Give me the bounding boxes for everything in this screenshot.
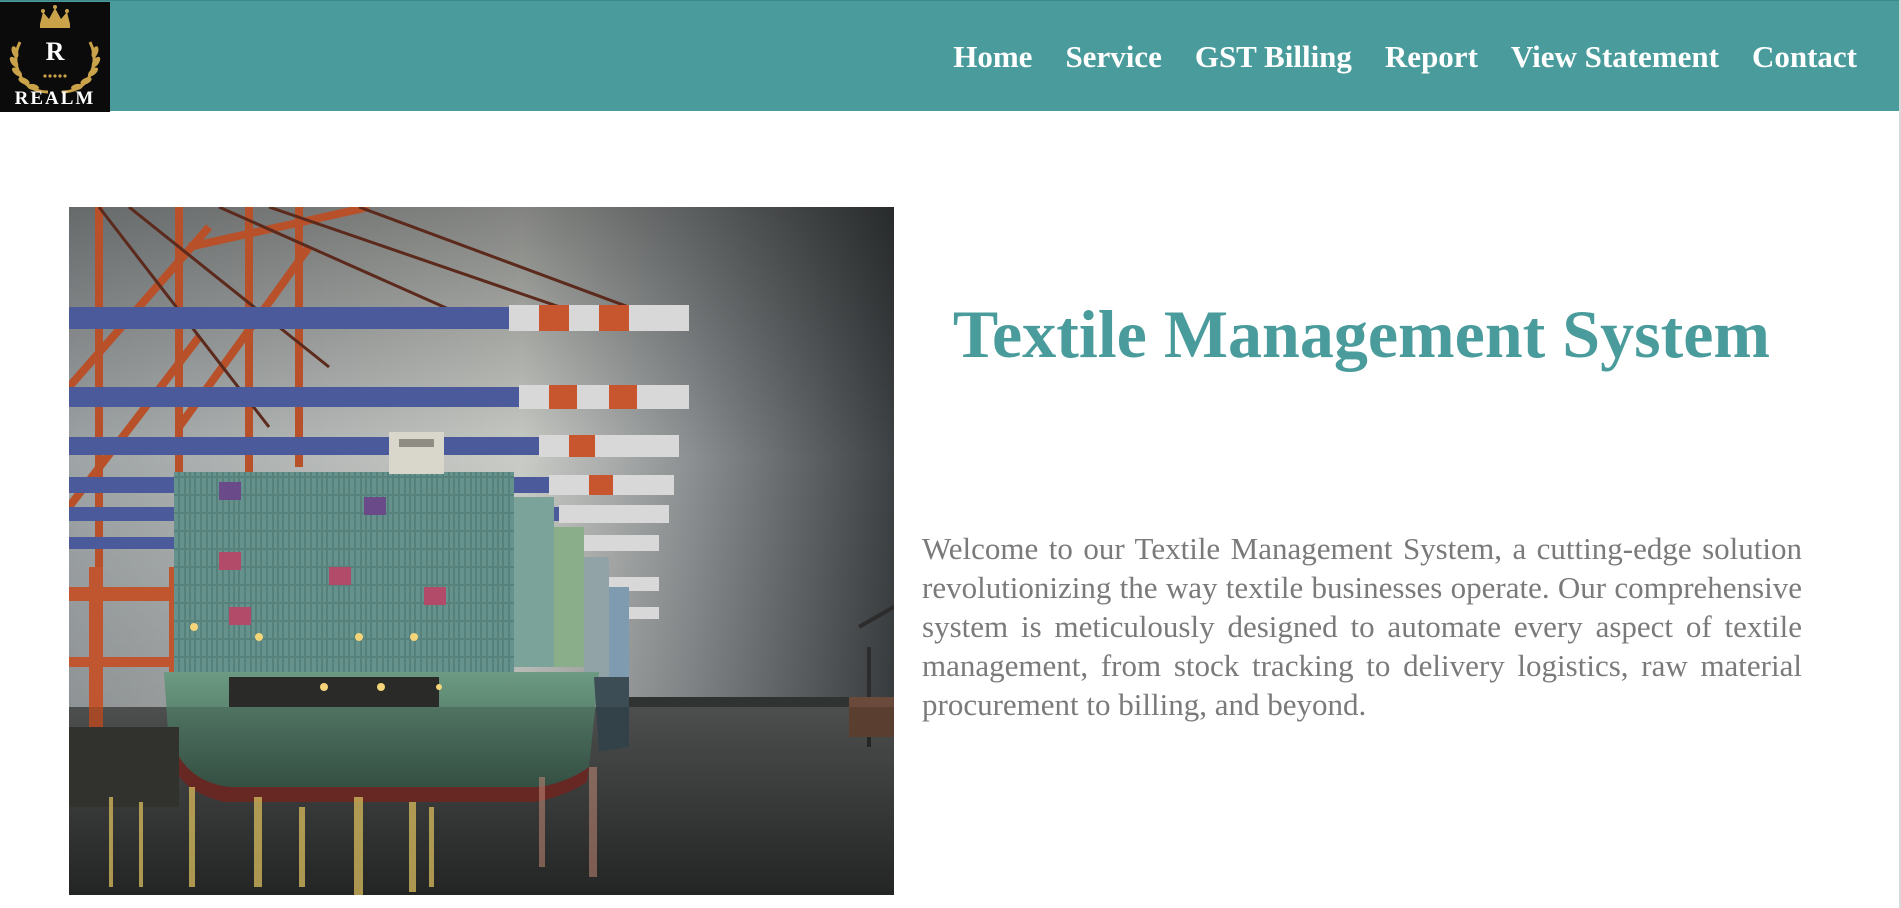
intro-paragraph: Welcome to our Textile Management System… — [922, 531, 1802, 722]
nav-gst-billing[interactable]: GST Billing — [1195, 37, 1352, 77]
page-title: Textile Management System — [952, 296, 1771, 372]
nav-contact[interactable]: Contact — [1752, 37, 1857, 77]
logo-monogram: R — [46, 37, 65, 66]
hero-port-image — [69, 207, 894, 895]
nav-view-statement[interactable]: View Statement — [1511, 37, 1719, 77]
nav-home[interactable]: Home — [953, 37, 1032, 77]
top-navbar: R REALM Home Service GST Billing Report … — [0, 0, 1899, 112]
container-ship-port-image — [69, 207, 894, 895]
logo-wordmark: REALM — [14, 88, 96, 109]
nav-report[interactable]: Report — [1385, 37, 1478, 77]
realm-logo[interactable]: R REALM — [0, 2, 110, 112]
main-nav: Home Service GST Billing Report View Sta… — [920, 37, 1857, 77]
nav-service[interactable]: Service — [1065, 37, 1161, 77]
page: R REALM Home Service GST Billing Report … — [0, 0, 1901, 908]
